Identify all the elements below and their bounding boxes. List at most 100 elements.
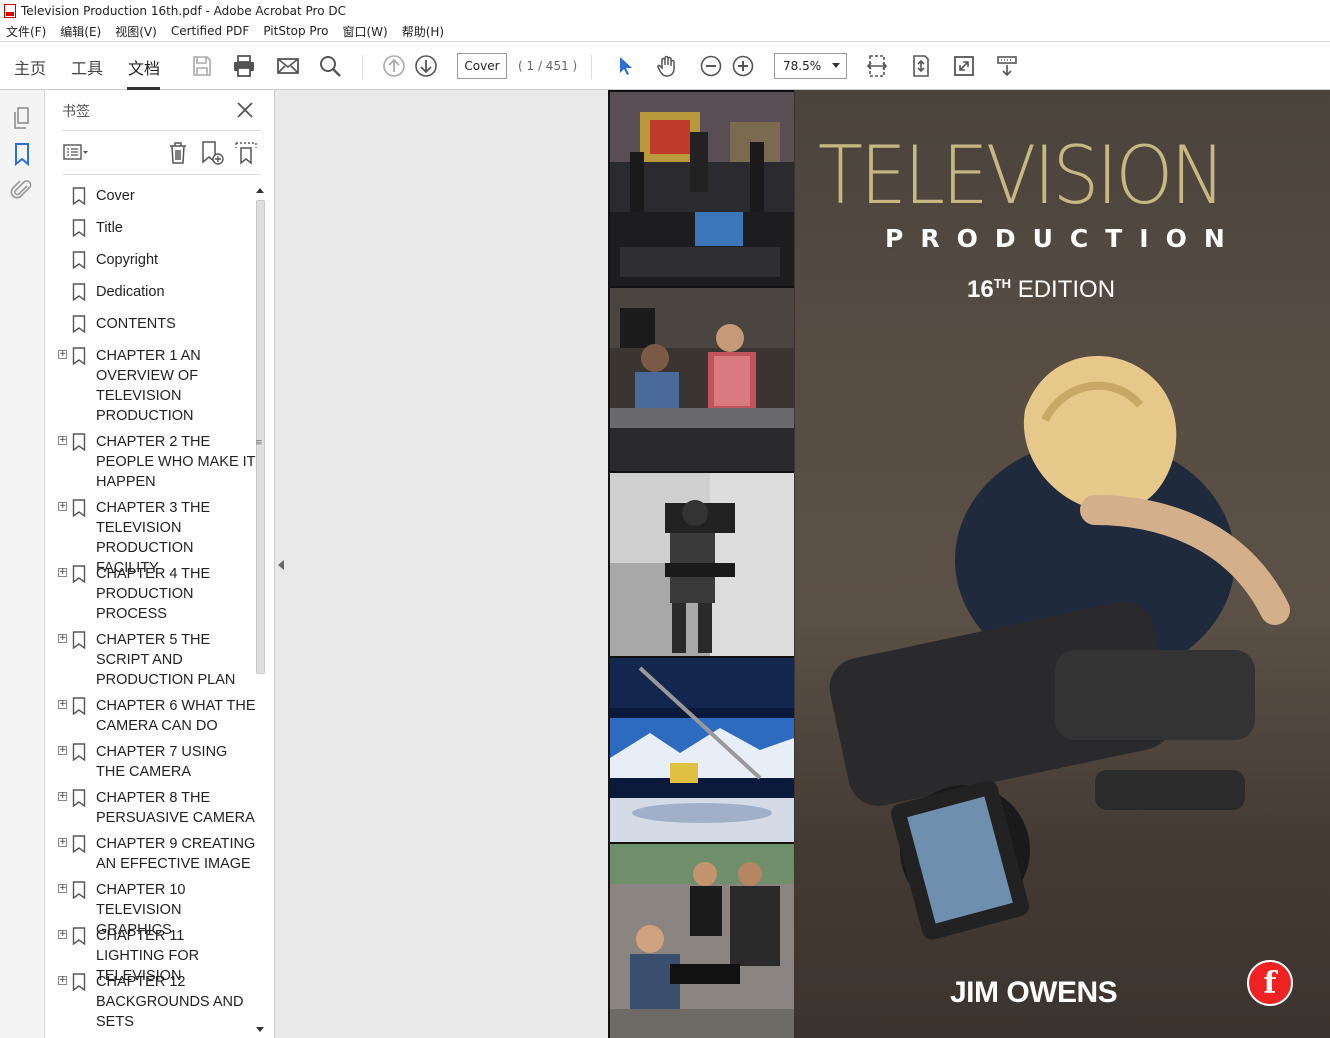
- edition-suffix: TH: [993, 276, 1012, 291]
- search-icon[interactable]: [317, 53, 343, 79]
- menu-view[interactable]: 视图(V): [115, 23, 157, 40]
- bookmark-label: CHAPTER 9 CREATING AN EFFECTIVE IMAGE: [96, 836, 256, 872]
- studio-photo: [610, 92, 794, 286]
- bookmark-icon: [72, 789, 86, 808]
- expand-toggle-icon[interactable]: +: [58, 700, 67, 709]
- scroll-thumb[interactable]: [256, 200, 265, 674]
- cover-subtitle: PRODUCTION: [885, 224, 1242, 253]
- collapse-panel-arrow-icon[interactable]: [278, 560, 284, 570]
- select-cursor-icon[interactable]: [612, 53, 638, 79]
- tab-document[interactable]: 文档: [128, 55, 160, 79]
- page-number-input[interactable]: Cover: [457, 53, 507, 79]
- menu-help[interactable]: 帮助(H): [402, 23, 444, 40]
- email-icon[interactable]: [275, 53, 301, 79]
- bookmark-scrollbar[interactable]: ≡: [254, 186, 266, 1034]
- bookmark-icon: [72, 315, 86, 334]
- read-mode-icon[interactable]: [994, 53, 1020, 79]
- bookmarks-icon[interactable]: [10, 142, 34, 167]
- bookmark-icon: [72, 881, 86, 900]
- bookmark-icon: [72, 835, 86, 854]
- bookmark-icon: [72, 565, 86, 584]
- panel-divider: [62, 174, 261, 175]
- acrobat-window: Television Production 16th.pdf - Adobe A…: [0, 0, 1330, 1038]
- expand-toggle-icon[interactable]: +: [58, 350, 67, 359]
- document-view[interactable]: TELEVISION PRODUCTION 16TH EDITION JIM O…: [275, 90, 1330, 1038]
- scroll-down-arrow-icon[interactable]: [256, 1027, 264, 1032]
- toolbar: 主页 工具 文档 Cover ( 1 / 451 ) 78.5%: [0, 43, 1330, 90]
- cover-main-photo: TELEVISION PRODUCTION 16TH EDITION JIM O…: [795, 90, 1330, 1038]
- menu-certified-pdf[interactable]: Certified PDF: [171, 24, 250, 38]
- bookmark-label: Cover: [96, 188, 135, 204]
- hand-tool-icon[interactable]: [654, 53, 680, 79]
- close-icon[interactable]: [235, 100, 255, 120]
- bookmark-label: Dedication: [96, 284, 165, 300]
- fit-page-icon[interactable]: [908, 53, 934, 79]
- bookmarks-panel: 书签 Cover Title Copyright Dedication CONTENTS…: [45, 90, 275, 1038]
- zoom-in-icon[interactable]: [730, 53, 756, 79]
- bookmark-icon: [72, 433, 86, 452]
- print-icon[interactable]: [231, 53, 257, 79]
- title-bar: Television Production 16th.pdf - Adobe A…: [0, 0, 1330, 21]
- bookmark-icon: [72, 499, 86, 518]
- bookmark-label: CHAPTER 2 THE PEOPLE WHO MAKE IT HAPPEN: [96, 434, 256, 490]
- menu-file[interactable]: 文件(F): [6, 23, 46, 40]
- bookmark-icon: [72, 927, 86, 946]
- expand-toggle-icon[interactable]: +: [58, 436, 67, 445]
- expand-toggle-icon[interactable]: +: [58, 838, 67, 847]
- expand-toggle-icon[interactable]: +: [58, 884, 67, 893]
- full-screen-icon[interactable]: [951, 53, 977, 79]
- expand-toggle-icon[interactable]: +: [58, 976, 67, 985]
- bookmark-icon: [72, 743, 86, 762]
- expand-toggle-icon[interactable]: +: [58, 502, 67, 511]
- fit-width-icon[interactable]: [864, 53, 890, 79]
- bookmark-label: Title: [96, 220, 123, 236]
- expand-toggle-icon[interactable]: +: [58, 930, 67, 939]
- menu-edit[interactable]: 编辑(E): [60, 23, 101, 40]
- photo-strip: [608, 90, 794, 1038]
- bookmark-label: CHAPTER 6 WHAT THE CAMERA CAN DO: [96, 698, 256, 734]
- bookmark-label: CHAPTER 1 AN OVERVIEW OF TELEVISION PROD…: [96, 348, 201, 424]
- students-camera-photo: [610, 844, 794, 1038]
- cover-title: TELEVISION: [818, 129, 1226, 222]
- book-cover-page: TELEVISION PRODUCTION 16TH EDITION JIM O…: [608, 90, 1330, 1038]
- camera-operator-bw-photo: [610, 473, 794, 656]
- panel-title: 书签: [62, 104, 90, 120]
- cover-author: JIM OWENS: [950, 976, 1118, 1009]
- bookmark-label: CHAPTER 8 THE PERSUASIVE CAMERA: [96, 790, 255, 826]
- cover-edition: 16TH EDITION: [967, 276, 1115, 304]
- bookmark-label: CHAPTER 5 THE SCRIPT AND PRODUCTION PLAN: [96, 632, 236, 688]
- tab-home[interactable]: 主页: [14, 55, 46, 79]
- navigation-rail: [0, 90, 45, 1038]
- next-page-icon[interactable]: [413, 53, 439, 79]
- expand-toggle-icon[interactable]: +: [58, 634, 67, 643]
- toolbar-separator: [362, 55, 363, 79]
- save-icon[interactable]: [189, 53, 215, 79]
- bookmark-icon: [72, 973, 86, 992]
- zoom-out-icon[interactable]: [698, 53, 724, 79]
- scroll-grip-icon: ≡: [255, 438, 263, 448]
- chevron-down-icon: [832, 63, 840, 68]
- toolbar-separator: [591, 55, 592, 79]
- expand-toggle-icon[interactable]: +: [58, 746, 67, 755]
- menu-window[interactable]: 窗口(W): [342, 23, 387, 40]
- menu-pitstop-pro[interactable]: PitStop Pro: [263, 24, 328, 38]
- expand-toggle-icon[interactable]: +: [58, 568, 67, 577]
- options-menu-icon[interactable]: [62, 140, 88, 166]
- page-thumbnails-icon[interactable]: [10, 106, 34, 130]
- edition-word: EDITION: [1017, 276, 1116, 303]
- pdf-icon: [4, 3, 16, 18]
- edition-number: 16: [967, 276, 994, 303]
- bookmark-label: CONTENTS: [96, 316, 176, 332]
- new-bookmark-icon[interactable]: [199, 140, 225, 166]
- zoom-select[interactable]: 78.5%: [774, 53, 847, 79]
- tab-tools[interactable]: 工具: [71, 55, 103, 79]
- zoom-value: 78.5%: [783, 59, 822, 73]
- expand-toggle-icon[interactable]: +: [58, 792, 67, 801]
- bookmark-from-structure-icon[interactable]: [233, 140, 259, 166]
- bookmark-label: Copyright: [96, 252, 159, 268]
- attachments-icon[interactable]: [10, 178, 34, 202]
- scroll-up-arrow-icon[interactable]: [256, 188, 264, 193]
- previous-page-icon[interactable]: [381, 53, 407, 79]
- bookmark-icon: [72, 631, 86, 650]
- delete-bookmark-icon[interactable]: [165, 140, 191, 166]
